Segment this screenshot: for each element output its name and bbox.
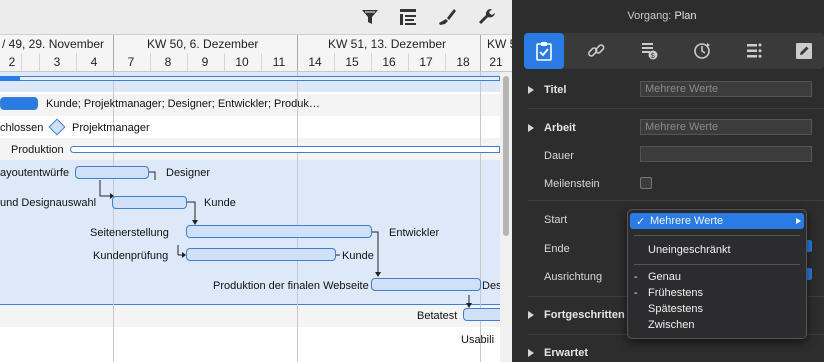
day-label: 3 bbox=[53, 55, 61, 69]
checkmark-icon: ✓ bbox=[636, 216, 646, 228]
day-label: 15 bbox=[345, 55, 359, 69]
day-label: 8 bbox=[164, 55, 172, 69]
day-label: 18 bbox=[456, 55, 470, 69]
menu-item-genau[interactable]: - Genau bbox=[628, 269, 806, 285]
menu-item-mehrere-werte[interactable]: ✓ Mehrere Werte bbox=[630, 213, 804, 229]
day-label: 16 bbox=[382, 55, 396, 69]
inspector-title-prefix: Vorgang: bbox=[627, 10, 672, 22]
menu-item-spaetestens[interactable]: Spätestens bbox=[628, 301, 806, 317]
ausrichtung-label: Ausrichtung bbox=[544, 271, 603, 283]
disclosure-triangle[interactable] bbox=[528, 124, 534, 132]
dependency-arrows bbox=[99, 171, 472, 308]
start-label: Start bbox=[544, 214, 568, 226]
gantt-toolbar bbox=[0, 0, 512, 34]
menu-item-label: Mehrere Werte bbox=[650, 215, 724, 227]
day-header: 2 3 4 7 8 9 10 11 14 15 16 17 18 21 bbox=[0, 53, 512, 72]
recurrence-icon bbox=[694, 43, 710, 59]
menu-item-uneingeschraenkt[interactable]: Uneingeschränkt bbox=[628, 242, 806, 258]
day-label: 9 bbox=[201, 55, 209, 69]
svg-text:$: $ bbox=[651, 53, 655, 60]
menu-item-zwischen[interactable]: Zwischen bbox=[628, 317, 806, 333]
week-label: / 49, 29. November bbox=[2, 37, 105, 51]
list-icon bbox=[747, 43, 762, 58]
day-label: 17 bbox=[419, 55, 433, 69]
brush-icon[interactable] bbox=[436, 7, 458, 27]
wrench-icon[interactable] bbox=[476, 7, 498, 27]
tab-costs[interactable]: $ bbox=[629, 33, 669, 69]
day-label: 2 bbox=[8, 55, 16, 69]
week-header: / 49, 29. November KW 50, 6. Dezember KW… bbox=[0, 34, 512, 54]
filter-icon[interactable] bbox=[359, 7, 381, 27]
menu-item-label: Genau bbox=[648, 271, 682, 283]
disclosure-triangle[interactable] bbox=[528, 311, 534, 319]
titel-field[interactable]: Mehrere Werte bbox=[640, 81, 812, 97]
day-label: 21 bbox=[489, 55, 503, 69]
task-clipboard-icon bbox=[536, 42, 552, 61]
week-label: KW 5 bbox=[487, 37, 512, 51]
vertical-scrollbar[interactable] bbox=[500, 72, 512, 362]
dauer-label: Dauer bbox=[544, 150, 574, 162]
day-label: 7 bbox=[127, 55, 135, 69]
week-label: KW 50, 6. Dezember bbox=[147, 37, 259, 51]
day-label: 14 bbox=[308, 55, 322, 69]
chevron-icon bbox=[796, 218, 801, 224]
tab-task[interactable] bbox=[524, 33, 564, 69]
section-erwartet[interactable]: Erwartet bbox=[544, 347, 588, 359]
mixed-state-mark: - bbox=[634, 271, 638, 283]
cost-icon: $ bbox=[642, 43, 658, 60]
menu-item-label: Zwischen bbox=[648, 319, 695, 331]
section-titel[interactable]: Titel bbox=[544, 84, 566, 96]
day-label: 10 bbox=[235, 55, 249, 69]
mixed-state-mark: - bbox=[634, 287, 638, 299]
arbeit-field[interactable]: Mehrere Werte bbox=[640, 119, 812, 135]
tab-list[interactable] bbox=[734, 33, 774, 69]
menu-item-label: Spätestens bbox=[648, 303, 704, 315]
menu-item-label: Uneingeschränkt bbox=[648, 244, 731, 256]
outline-icon[interactable] bbox=[397, 7, 419, 27]
gantt-body[interactable]: Kunde; Projektmanager; Designer; Entwick… bbox=[0, 72, 512, 362]
day-label: 11 bbox=[272, 55, 286, 69]
inspector-tabs: $ bbox=[524, 33, 824, 69]
note-icon bbox=[796, 43, 812, 59]
section-arbeit[interactable]: Arbeit bbox=[544, 122, 576, 134]
menu-item-label: Frühestens bbox=[648, 287, 704, 299]
link-icon bbox=[587, 44, 605, 57]
section-fortgeschritten[interactable]: Fortgeschritten bbox=[544, 309, 625, 321]
ende-label: Ende bbox=[544, 243, 570, 255]
inspector-title-value: Plan bbox=[674, 10, 697, 22]
meilenstein-label: Meilenstein bbox=[544, 178, 600, 190]
disclosure-triangle[interactable] bbox=[528, 86, 534, 94]
gantt-chart[interactable]: / 49, 29. November KW 50, 6. Dezember KW… bbox=[0, 0, 512, 362]
menu-item-fruehestens[interactable]: - Frühestens bbox=[628, 285, 806, 301]
start-dropdown-menu[interactable]: ✓ Mehrere Werte Uneingeschränkt - Genau … bbox=[627, 209, 807, 339]
dauer-field[interactable] bbox=[640, 146, 812, 162]
disclosure-triangle[interactable] bbox=[528, 349, 534, 357]
tab-note[interactable] bbox=[784, 33, 824, 69]
inspector-title: Vorgang: Plan bbox=[512, 10, 812, 22]
day-label: 4 bbox=[90, 55, 98, 69]
tab-recurrence[interactable] bbox=[682, 33, 722, 69]
tab-links[interactable] bbox=[576, 33, 616, 69]
scroll-thumb[interactable] bbox=[503, 76, 509, 236]
meilenstein-checkbox[interactable] bbox=[640, 177, 652, 189]
week-label: KW 51, 13. Dezember bbox=[328, 37, 447, 51]
